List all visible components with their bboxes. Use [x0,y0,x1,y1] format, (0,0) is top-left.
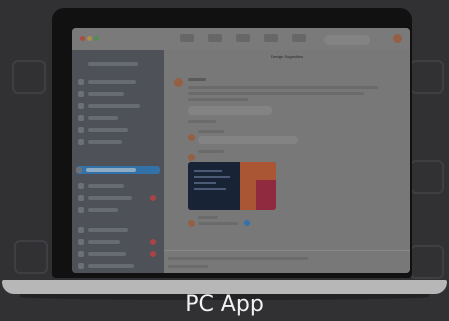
caption-text: PC App [185,292,264,317]
image-overlay [0,0,449,321]
